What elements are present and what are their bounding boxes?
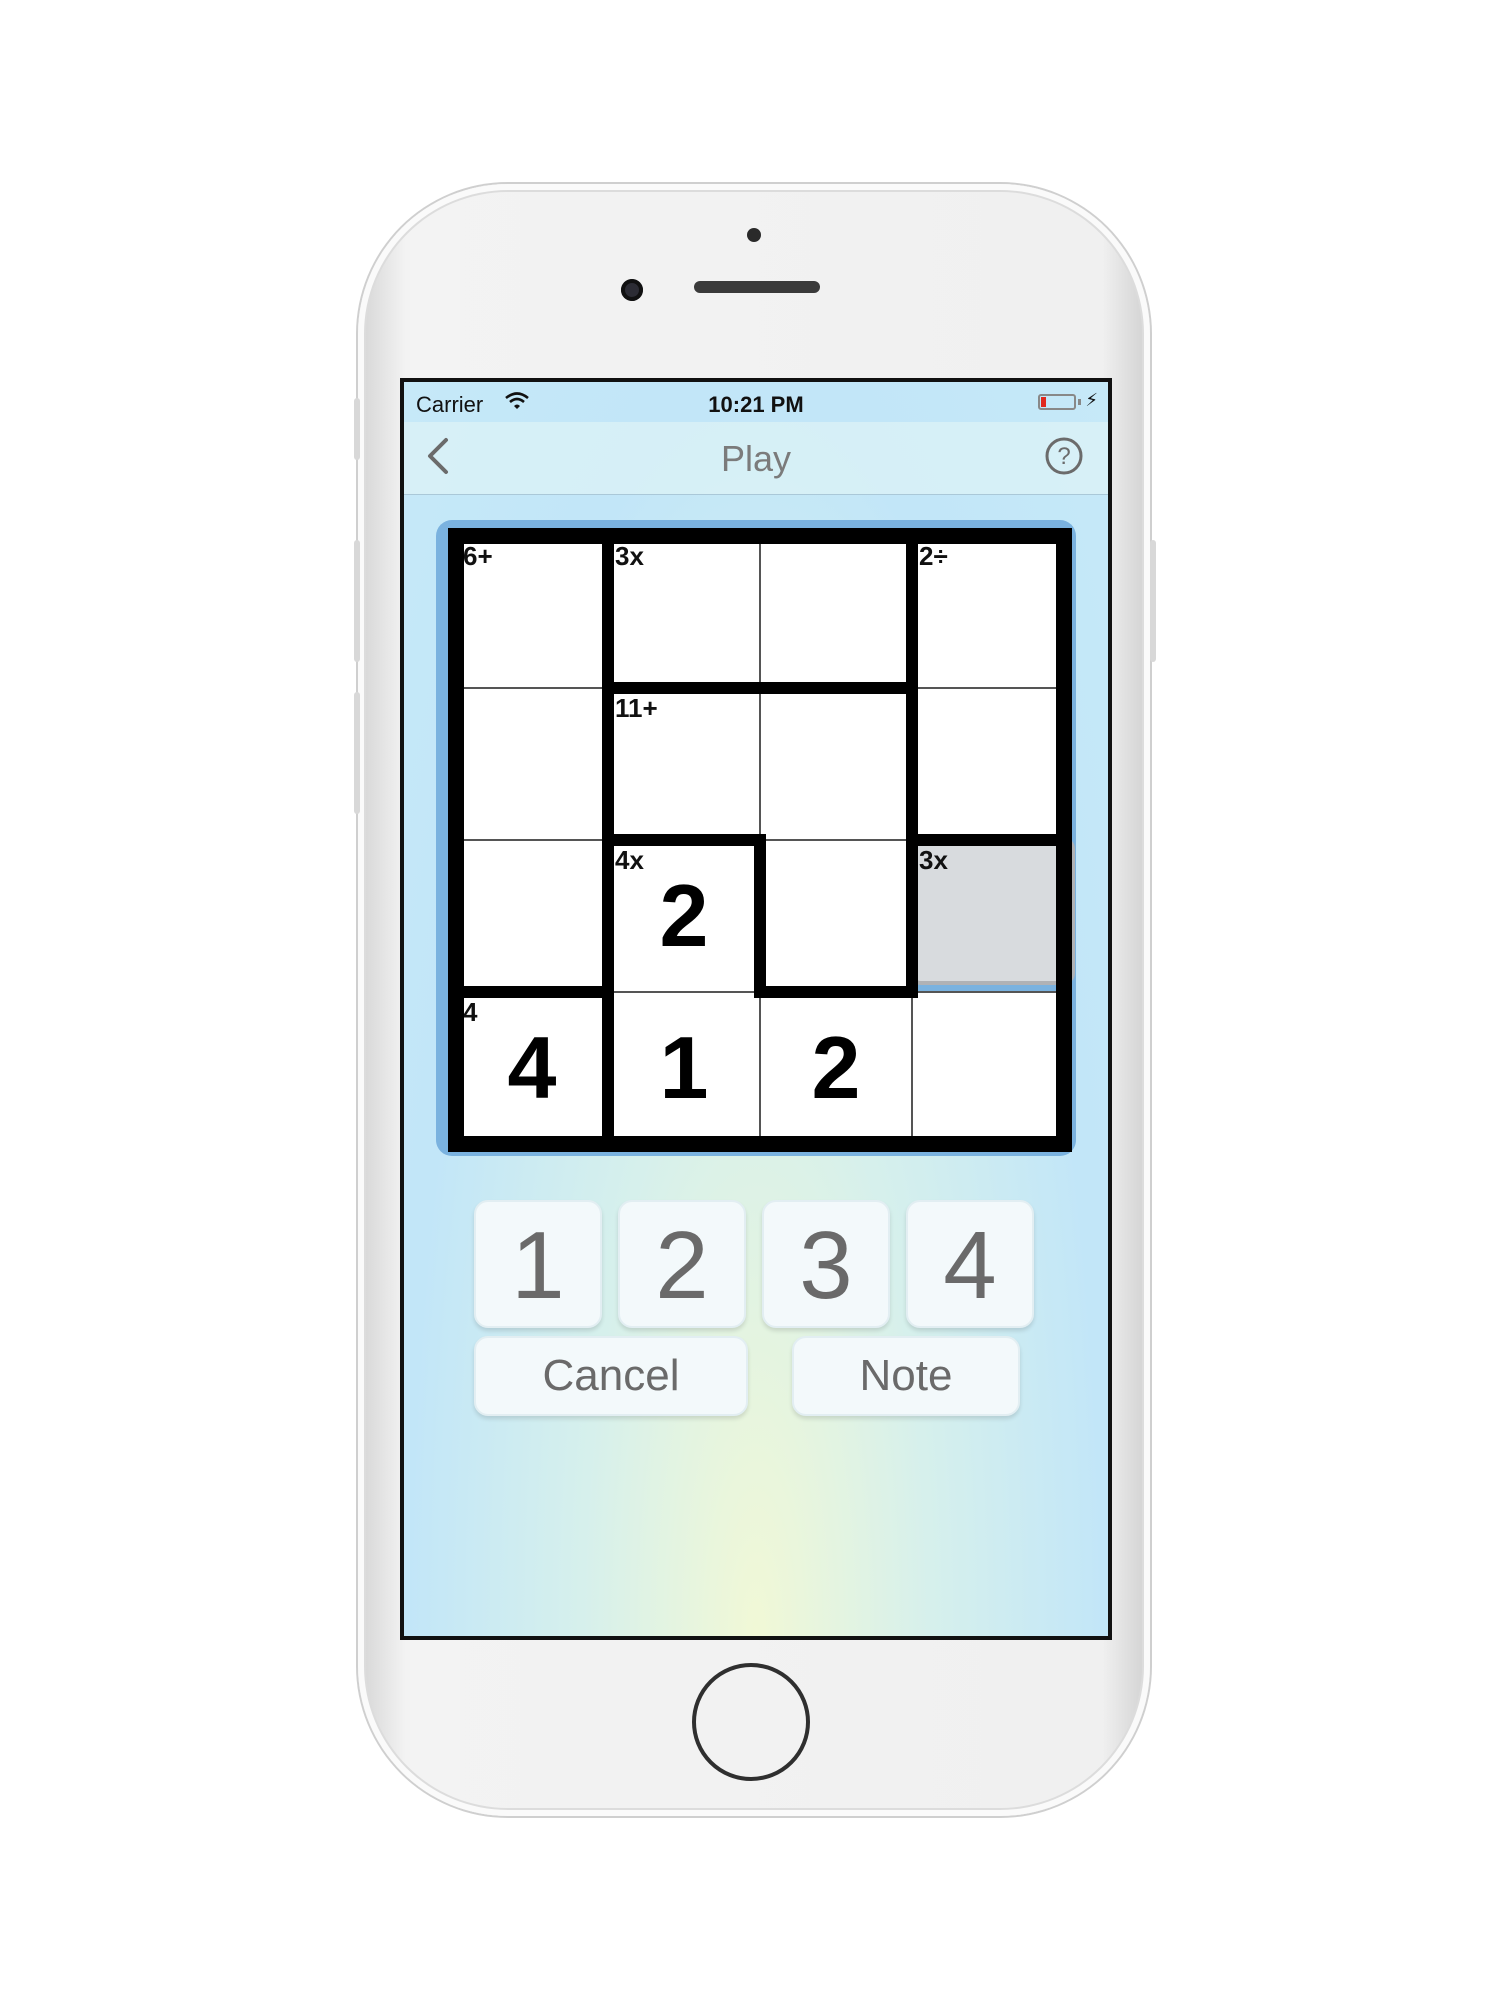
navigation-bar: Play ? <box>404 422 1108 495</box>
key-1-button[interactable]: 1 <box>474 1200 602 1328</box>
page-title: Play <box>720 438 792 479</box>
cell-r2c2[interactable] <box>760 840 912 992</box>
battery-icon <box>1038 394 1076 410</box>
number-keypad: 1 2 3 4 <box>474 1200 1054 1332</box>
board-border-top <box>448 528 1072 544</box>
cell-value: 2 <box>659 866 709 965</box>
power-button <box>1150 540 1156 662</box>
key-3-button[interactable]: 3 <box>762 1200 890 1328</box>
cell-value: 1 <box>659 1018 709 1117</box>
question-circle-icon[interactable]: ? <box>1044 436 1084 476</box>
cage-wall <box>608 682 912 694</box>
cell-r0c0[interactable]: 6+ <box>456 536 608 688</box>
mute-switch <box>354 398 360 460</box>
earpiece-speaker <box>694 281 820 293</box>
status-time: 10:21 PM <box>708 392 804 417</box>
svg-text:?: ? <box>1057 443 1070 470</box>
cell-r3c1[interactable]: 1 <box>608 992 760 1144</box>
cage-wall <box>912 834 1064 846</box>
cage-wall <box>608 834 766 846</box>
cell-r1c1[interactable]: 11+ <box>608 688 760 840</box>
note-button[interactable]: Note <box>792 1336 1020 1416</box>
bolt-icon: ⚡ <box>1085 390 1098 410</box>
cell-r1c2[interactable] <box>760 688 912 840</box>
battery-tip <box>1078 399 1081 405</box>
cage-clue: 3x <box>615 541 644 571</box>
proximity-sensor <box>747 228 761 242</box>
cage-wall <box>754 834 766 998</box>
cage-clue: 2÷ <box>919 541 948 571</box>
cell-r2c0[interactable] <box>456 840 608 992</box>
cage-clue: 6+ <box>463 541 493 571</box>
key-2-button[interactable]: 2 <box>618 1200 746 1328</box>
board-border-bottom <box>448 1136 1072 1152</box>
cage-wall <box>456 986 608 998</box>
cage-wall <box>906 536 918 992</box>
volume-down-button <box>354 692 360 814</box>
board-border-left <box>448 528 464 1152</box>
cell-r2c1[interactable]: 4x 2 <box>608 840 760 992</box>
cell-value: 4 <box>507 1018 557 1117</box>
home-button[interactable] <box>692 1663 810 1781</box>
cell-r2c3-selected[interactable]: 3x <box>909 837 1075 992</box>
cell-r0c1[interactable]: 3x <box>608 536 760 688</box>
cell-r3c0[interactable]: 4 4 <box>456 992 608 1144</box>
cell-r0c2[interactable] <box>760 536 912 688</box>
cage-clue: 11+ <box>615 693 658 723</box>
cancel-button[interactable]: Cancel <box>474 1336 748 1416</box>
cell-r3c2[interactable]: 2 <box>760 992 912 1144</box>
key-4-button[interactable]: 4 <box>906 1200 1034 1328</box>
front-camera-icon <box>621 279 643 301</box>
cell-r1c0[interactable] <box>456 688 608 840</box>
cell-value: 2 <box>811 1018 861 1117</box>
cell-r0c3[interactable]: 2÷ <box>912 536 1064 688</box>
cage-wall <box>754 986 918 998</box>
cell-r3c3[interactable] <box>912 992 1064 1144</box>
puzzle-board: 6+ 3x 2÷ 11+ 4x 2 3x 4 4 1 2 <box>448 528 1075 1152</box>
volume-up-button <box>354 540 360 662</box>
status-bar: Carrier 10:21 PM ⚡ <box>404 382 1108 422</box>
cell-r1c3[interactable] <box>912 688 1064 840</box>
cage-clue: 3x <box>919 845 948 875</box>
app-screen: Carrier 10:21 PM ⚡ Play ? 6+ 3x 2÷ 11+ 4… <box>400 378 1112 1640</box>
